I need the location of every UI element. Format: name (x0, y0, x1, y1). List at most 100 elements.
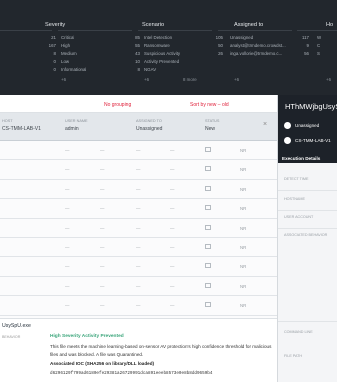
detections-table: No grouping Sort by new – old HOST CS-TM… (0, 95, 277, 382)
hosts-more-link[interactable]: +6 (298, 77, 337, 82)
table-row[interactable]: — — — — NR (0, 179, 277, 200)
execution-details-heading: Execution Details (282, 156, 321, 161)
host-value: CS-TMM-LAB-V1 (2, 126, 41, 132)
table-row[interactable]: — — — — NR (0, 141, 277, 161)
severity-option[interactable]: 0 Informational (45, 66, 130, 74)
extra-cell: NR (240, 303, 247, 309)
row-checkbox[interactable] (205, 224, 211, 230)
scenario-heading: Scenario (142, 22, 165, 28)
severity-more-link[interactable]: +6 (45, 77, 130, 82)
row-checkbox[interactable] (205, 166, 211, 172)
scenario-more-link[interactable]: +6 8 more (128, 77, 212, 82)
status-column-label: STATUS (205, 119, 220, 123)
close-icon[interactable]: × (263, 121, 267, 128)
table-row[interactable]: — — — — NR (0, 237, 277, 258)
scenario-filter: Scenario 85 Intel Detection 55 Ransomware … (128, 22, 212, 82)
host-column-label: HOST (2, 119, 13, 123)
row-checkbox[interactable] (205, 282, 211, 288)
assigned-cell: — (136, 303, 141, 309)
assigned-cell: — (136, 167, 141, 173)
row-checkbox[interactable] (205, 302, 211, 308)
user-icon (284, 122, 291, 129)
row-checkbox[interactable] (205, 147, 211, 152)
assigned-option[interactable]: 105 Unassigned (212, 33, 294, 41)
file-name: UsySpU.exe (2, 323, 31, 329)
assigned-heading: Assigned to (234, 22, 264, 28)
file-path-label: FILE PATH (284, 354, 303, 358)
assigned-option[interactable]: 26 inga.vollorie@trmdemo.c... (212, 49, 294, 57)
divider (278, 190, 337, 191)
divider (278, 210, 337, 211)
assigned-cell: — (136, 244, 141, 250)
table-row[interactable]: — — — — NR (0, 218, 277, 238)
assigned-option[interactable]: 50 analyst@trmdemo.crowdst... (212, 41, 294, 49)
assigned-more-link[interactable]: +6 (212, 77, 294, 82)
activity-title: High Severity Activity Prevented (50, 334, 124, 339)
ioc-label: Associated IOC (SHA256 on library/DLL lo… (50, 361, 155, 366)
host-link[interactable]: CS-TMM-LAB-V1 (295, 138, 331, 143)
scenario-option[interactable]: 43 Suspicious Activity (128, 49, 212, 57)
status-value: New (205, 126, 216, 132)
assigned-column-label: ASSIGNED TO (136, 119, 162, 123)
ioc-hash[interactable]: d6296129f799ad6180efe29381a26729991dca89… (50, 371, 212, 376)
severity-option[interactable]: 8 Medium (45, 49, 130, 57)
scenario-option[interactable]: 85 Intel Detection (128, 33, 212, 41)
hosts-filter: Ho 117 W 9C 56 S +6 (298, 22, 337, 82)
severity-heading: Severity (45, 22, 66, 28)
status-cell: — (170, 206, 175, 212)
user-cell: — (65, 206, 70, 212)
extra-cell: NR (240, 283, 247, 289)
row-checkbox[interactable] (205, 185, 211, 191)
assigned-cell: — (136, 225, 141, 231)
table-row[interactable]: — — — — NR (0, 160, 277, 180)
severity-option[interactable]: 167 High (45, 41, 130, 49)
status-cell: — (170, 225, 175, 231)
severity-option[interactable]: 21 Critical (45, 33, 130, 41)
sort-dropdown[interactable]: Sort by new – old (190, 102, 229, 108)
host-cell: — (100, 283, 105, 289)
activity-description: This file meets the machine learning-bas… (50, 344, 272, 357)
hosts-option[interactable]: 56 S (298, 49, 337, 57)
side-panel-header: HThMWjbgUsyS Unassigned CS-TMM-LAB-V1 Ex… (278, 95, 337, 163)
hosts-option[interactable]: 9C (298, 41, 337, 49)
severity-filter: Severity 21 Critical 167 High 8 Medium 0 Low… (45, 22, 130, 82)
scenario-option[interactable]: 10 Activity Prevented (128, 58, 212, 66)
scenario-option[interactable]: 55 Ransomware (128, 41, 212, 49)
extra-cell: NR (240, 264, 247, 270)
status-cell: — (170, 167, 175, 173)
severity-option[interactable]: 0 Low (45, 58, 130, 66)
table-row[interactable]: — — — — NR (0, 276, 277, 297)
host-icon (284, 137, 291, 144)
host-cell: — (100, 303, 105, 309)
table-row[interactable]: — — — — NR (0, 199, 277, 219)
table-row[interactable]: — — — — NR (0, 257, 277, 277)
row-checkbox[interactable] (205, 243, 211, 249)
scenario-option[interactable]: 8 NGAV (128, 66, 212, 74)
host-cell: — (100, 225, 105, 231)
host-cell: — (100, 206, 105, 212)
detection-detail: UsySpU.exe BEHAVIOR High Severity Activi… (0, 318, 277, 382)
assigned-value: Unassigned (136, 126, 163, 132)
row-checkbox[interactable] (205, 263, 211, 269)
user-cell: — (65, 186, 70, 192)
user-cell: — (65, 283, 70, 289)
status-cell: — (170, 303, 175, 309)
divider (278, 228, 337, 229)
user-cell: — (65, 148, 70, 153)
extra-cell: NR (240, 148, 247, 153)
host-cell: — (100, 186, 105, 192)
table-toolbar: No grouping Sort by new – old (0, 95, 277, 113)
status-cell: — (170, 148, 175, 153)
assigned-cell: — (136, 148, 141, 153)
assignee-value[interactable]: Unassigned (295, 123, 319, 128)
username-column-label: USER NAME (65, 119, 88, 123)
table-row[interactable]: — — — — NR (0, 296, 277, 316)
status-cell: — (170, 186, 175, 192)
hosts-option[interactable]: 117 W (298, 33, 337, 41)
username-value: admin (65, 126, 79, 132)
row-checkbox[interactable] (205, 205, 211, 211)
user-cell: — (65, 264, 70, 270)
extra-cell: NR (240, 167, 247, 173)
selected-detection-header[interactable]: HOST CS-TMM-LAB-V1 USER NAME admin ASSIG… (0, 113, 277, 141)
grouping-dropdown[interactable]: No grouping (104, 102, 131, 108)
